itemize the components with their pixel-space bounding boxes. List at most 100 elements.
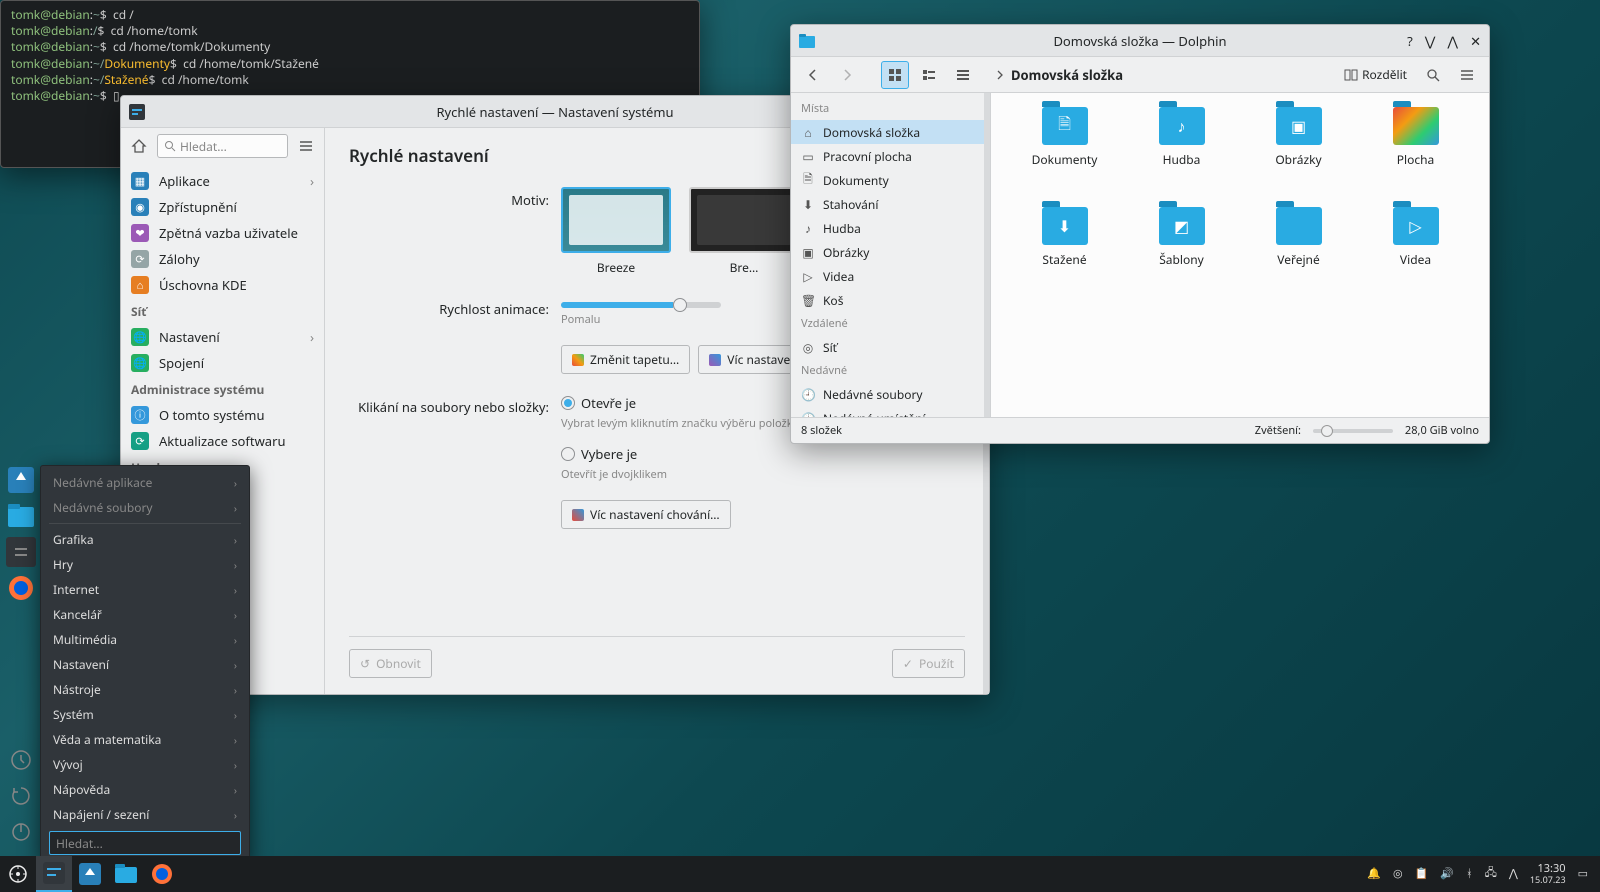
places-item[interactable]: ▭Pracovní plocha bbox=[791, 144, 990, 168]
taskbar-clock[interactable]: 13:30 15.07.23 bbox=[1530, 863, 1566, 885]
sidebar-item[interactable]: ⓘO tomto systému bbox=[121, 402, 324, 428]
places-item[interactable]: 🗑Koš bbox=[791, 288, 990, 312]
dolphin-search-button[interactable] bbox=[1419, 61, 1447, 89]
sidebar-item[interactable]: ⟳Aktualizace softwaru bbox=[121, 428, 324, 454]
menu-recent-files[interactable]: Nedávné soubory› bbox=[45, 495, 245, 520]
app-launcher-button[interactable] bbox=[0, 856, 36, 892]
places-item[interactable]: ⌂Domovská složka bbox=[791, 120, 990, 144]
file-item[interactable]: ▷Videa bbox=[1362, 207, 1469, 297]
sidebar-item[interactable]: ▦Aplikace› bbox=[121, 168, 324, 194]
sidebar-item[interactable]: ⟳Zálohy bbox=[121, 246, 324, 272]
places-item[interactable]: 🕘Nedávné soubory bbox=[791, 382, 990, 406]
fav-discover-icon[interactable] bbox=[6, 465, 36, 495]
restart-icon[interactable] bbox=[6, 781, 36, 811]
dolphin-file-view[interactable]: 🗎Dokumenty♪Hudba▣ObrázkyPlocha ⬇Stažené◩Š… bbox=[991, 93, 1489, 417]
places-item[interactable]: ⬇Stahování bbox=[791, 192, 990, 216]
chevron-right-icon: › bbox=[234, 683, 237, 697]
menu-category[interactable]: Internet› bbox=[45, 577, 245, 602]
theme-option[interactable]: Breeze bbox=[561, 187, 671, 276]
terminal-line: tomk@debian:~/Dokumenty$ cd /home/tomk/S… bbox=[11, 56, 689, 72]
view-details-button[interactable] bbox=[949, 61, 977, 89]
places-item[interactable]: ♪Hudba bbox=[791, 216, 990, 240]
menu-category[interactable]: Systém› bbox=[45, 702, 245, 727]
menu-category[interactable]: Nápověda› bbox=[45, 777, 245, 802]
split-button[interactable]: Rozdělit bbox=[1338, 61, 1413, 89]
settings-hamburger-button[interactable] bbox=[294, 134, 318, 158]
places-item[interactable]: 🕘Nedávná umístění bbox=[791, 406, 990, 417]
sidebar-item[interactable]: 🌐Nastavení› bbox=[121, 324, 324, 350]
menu-recent-apps[interactable]: Nedávné aplikace› bbox=[45, 470, 245, 495]
places-item[interactable]: ◎Síť bbox=[791, 335, 990, 359]
dolphin-menu-button[interactable] bbox=[1453, 61, 1481, 89]
sidebar-item[interactable]: ◉Zpřístupnění bbox=[121, 194, 324, 220]
file-item[interactable]: ▣Obrázky bbox=[1245, 107, 1352, 197]
tray-volume-icon[interactable]: 🔊 bbox=[1440, 866, 1454, 881]
menu-category[interactable]: Vývoj› bbox=[45, 752, 245, 777]
change-wallpaper-button[interactable]: Změnit tapetu… bbox=[561, 345, 690, 374]
file-item[interactable]: 🗎Dokumenty bbox=[1011, 107, 1118, 197]
help-button[interactable]: ? bbox=[1407, 32, 1413, 50]
history-icon[interactable] bbox=[6, 745, 36, 775]
fav-firefox-icon[interactable] bbox=[6, 573, 36, 603]
menu-category[interactable]: Napájení / sezení› bbox=[45, 802, 245, 827]
menu-category[interactable]: Grafika› bbox=[45, 527, 245, 552]
tray-clipboard-icon[interactable]: 📋 bbox=[1415, 866, 1429, 881]
file-item[interactable]: Plocha bbox=[1362, 107, 1469, 197]
dolphin-titlebar[interactable]: Domovská složka — Dolphin ? ⋁ ⋀ ✕ bbox=[791, 25, 1489, 57]
file-item[interactable]: Veřejné bbox=[1245, 207, 1352, 297]
sidebar-item[interactable]: ⌂Úschovna KDE bbox=[121, 272, 324, 298]
appmenu-search-input[interactable]: Hledat... bbox=[49, 831, 241, 855]
places-item[interactable]: ▣Obrázky bbox=[791, 240, 990, 264]
maximize-button[interactable]: ⋀ bbox=[1447, 32, 1458, 50]
tray-expand-icon[interactable]: ⋀ bbox=[1509, 866, 1518, 881]
dolphin-breadcrumb[interactable]: Domovská složka bbox=[995, 66, 1123, 84]
refresh-button[interactable]: ↺ Obnovit bbox=[349, 649, 432, 678]
file-item[interactable]: ◩Šablony bbox=[1128, 207, 1235, 297]
places-item-icon: 🕘 bbox=[801, 410, 815, 418]
menu-category[interactable]: Kancelář› bbox=[45, 602, 245, 627]
file-item[interactable]: ⬇Stažené bbox=[1011, 207, 1118, 297]
more-behavior-button[interactable]: Víc nastavení chování… bbox=[561, 500, 731, 529]
theme-option[interactable]: Bre… bbox=[689, 187, 799, 276]
menu-category[interactable]: Hry› bbox=[45, 552, 245, 577]
chevron-right-icon: › bbox=[310, 172, 314, 190]
file-label: Videa bbox=[1400, 251, 1431, 268]
places-item[interactable]: ▷Videa bbox=[791, 264, 990, 288]
task-settings[interactable] bbox=[36, 856, 72, 892]
view-compact-button[interactable] bbox=[915, 61, 943, 89]
tray-bluetooth-icon[interactable]: ᚼ bbox=[1466, 866, 1473, 881]
minimize-button[interactable]: ⋁ bbox=[1425, 32, 1436, 50]
places-item[interactable]: 🗎Dokumenty bbox=[791, 168, 990, 192]
file-label: Veřejné bbox=[1277, 251, 1320, 268]
menu-category[interactable]: Věda a matematika› bbox=[45, 727, 245, 752]
fav-settings-icon[interactable] bbox=[6, 537, 36, 567]
animation-speed-slider[interactable] bbox=[561, 302, 721, 308]
places-item-icon: ◎ bbox=[801, 339, 815, 356]
fav-dolphin-icon[interactable] bbox=[6, 501, 36, 531]
sidebar-item[interactable]: ❤Zpětná vazba uživatele bbox=[121, 220, 324, 246]
tray-circle-icon[interactable]: ◎ bbox=[1393, 866, 1403, 881]
zoom-slider[interactable] bbox=[1313, 429, 1393, 433]
menu-category[interactable]: Nastavení› bbox=[45, 652, 245, 677]
sidebar-item[interactable]: 🌐Spojení bbox=[121, 350, 324, 376]
menu-category[interactable]: Nástroje› bbox=[45, 677, 245, 702]
radio-selects[interactable]: Vybere je bbox=[561, 445, 965, 463]
apply-button[interactable]: ✓ Použít bbox=[892, 649, 965, 678]
tray-network-icon[interactable]: 🖧 bbox=[1485, 864, 1497, 883]
tray-notifications-icon[interactable]: 🔔 bbox=[1367, 866, 1381, 881]
power-icon[interactable] bbox=[6, 817, 36, 847]
tray-desktop-icon[interactable]: ▭ bbox=[1578, 866, 1588, 881]
file-item[interactable]: ♪Hudba bbox=[1128, 107, 1235, 197]
sidebar-home-button[interactable] bbox=[127, 134, 151, 158]
task-firefox[interactable] bbox=[144, 856, 180, 892]
task-dolphin[interactable] bbox=[108, 856, 144, 892]
folder-icon bbox=[1276, 207, 1322, 245]
menu-category[interactable]: Multimédia› bbox=[45, 627, 245, 652]
view-icons-button[interactable] bbox=[881, 61, 909, 89]
settings-search-input[interactable]: Hledat... bbox=[157, 134, 288, 158]
task-discover[interactable] bbox=[72, 856, 108, 892]
folder-icon: ⬇ bbox=[1042, 207, 1088, 245]
nav-back-button[interactable] bbox=[799, 61, 827, 89]
close-button[interactable]: ✕ bbox=[1470, 32, 1481, 50]
nav-forward-button[interactable] bbox=[833, 61, 861, 89]
